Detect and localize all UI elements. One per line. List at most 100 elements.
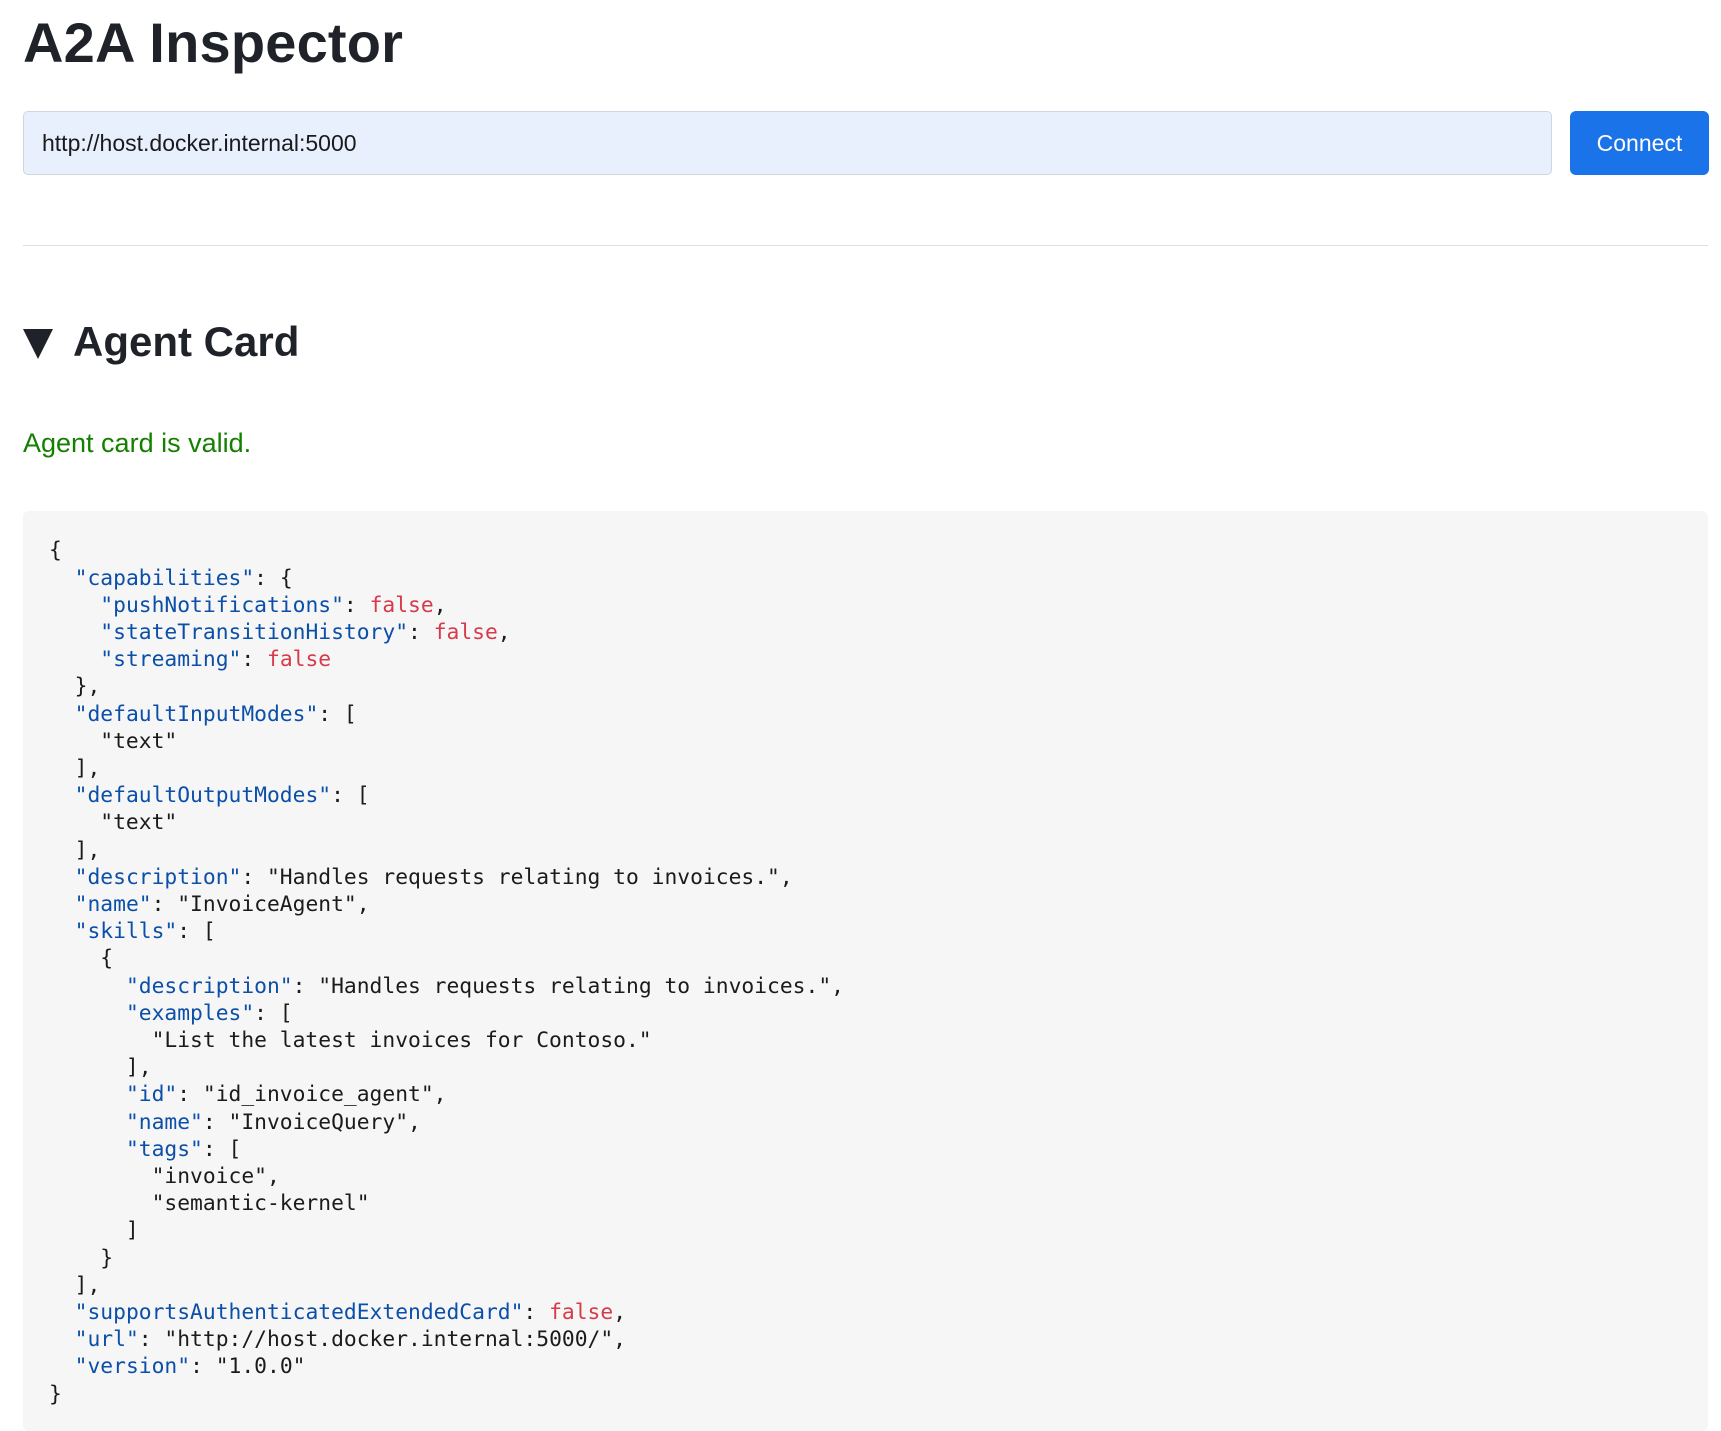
json-key: "defaultOutputModes" <box>74 783 332 809</box>
json-text: ] <box>49 1218 139 1244</box>
json-line: "tags": [ <box>49 1137 241 1162</box>
app-title: A2A Inspector <box>23 11 404 74</box>
json-text: { <box>49 946 114 972</box>
json-text: : [ <box>318 701 357 727</box>
json-text: ], <box>49 755 101 781</box>
validation-message: Agent card is valid. <box>23 428 252 458</box>
json-key: "description" <box>125 973 293 999</box>
json-line: ], <box>49 1272 101 1298</box>
json-text: : [ <box>177 919 216 945</box>
json-text: : { <box>254 565 293 591</box>
json-text: : <box>408 619 434 645</box>
json-line: "id": "id_invoice_agent", <box>49 1082 447 1107</box>
json-text: , <box>497 619 511 645</box>
json-line: "version": "1.0.0" <box>49 1354 306 1380</box>
json-text <box>49 647 100 672</box>
json-line: ], <box>49 755 101 781</box>
json-text <box>49 1001 126 1026</box>
json-text: : <box>523 1299 550 1325</box>
json-text: : "id_invoice_agent", <box>177 1082 447 1108</box>
json-line: { <box>49 946 113 971</box>
json-line: "description": "Handles requests relatin… <box>49 974 844 999</box>
json-text <box>49 865 75 890</box>
json-text <box>49 892 75 917</box>
json-text: "text" <box>49 728 178 754</box>
json-text <box>49 593 100 618</box>
json-line: "List the latest invoices for Contoso." <box>49 1028 652 1053</box>
json-text: "List the latest invoices for Contoso." <box>49 1027 652 1053</box>
json-key: "description" <box>74 864 242 890</box>
json-key: "tags" <box>125 1136 203 1162</box>
json-text: : <box>241 647 267 673</box>
json-key: "capabilities" <box>74 565 255 591</box>
json-key: "defaultInputModes" <box>74 701 319 727</box>
json-text: : <box>343 592 370 618</box>
json-text: "text" <box>49 810 178 836</box>
json-key: "name" <box>74 891 152 917</box>
json-line: ] <box>49 1218 139 1243</box>
json-text <box>49 974 126 999</box>
json-text: } <box>49 1381 62 1407</box>
divider <box>23 245 1708 246</box>
json-text <box>49 702 75 727</box>
json-line: "semantic-kernel" <box>49 1191 370 1216</box>
json-line: "description": "Handles requests relatin… <box>49 865 793 890</box>
json-text: : [ <box>254 1000 293 1026</box>
json-text: "invoice", <box>49 1163 280 1189</box>
agent-card-toggle[interactable]: Agent Card <box>23 312 299 372</box>
json-text: : "Handles requests relating to invoices… <box>241 864 793 890</box>
page: A2A Inspector Connect Agent Card Agent c… <box>23 0 1709 1431</box>
json-text: , <box>433 592 447 618</box>
json-line: "streaming": false <box>49 647 331 672</box>
json-text <box>49 1082 126 1107</box>
json-text: : [ <box>331 783 370 809</box>
json-text: , <box>613 1299 627 1325</box>
json-line: "name": "InvoiceQuery", <box>49 1110 421 1135</box>
json-line: "defaultOutputModes": [ <box>49 783 370 808</box>
agent-url-input[interactable] <box>23 111 1552 175</box>
json-text: ], <box>49 1272 101 1298</box>
json-text: : "http://host.docker.internal:5000/", <box>138 1327 626 1353</box>
json-boolean: false <box>549 1299 614 1325</box>
json-line: "supportsAuthenticatedExtendedCard": fal… <box>49 1300 626 1325</box>
json-text <box>49 1300 75 1325</box>
agent-card-title: Agent Card <box>73 318 300 365</box>
json-text: : "Handles requests relating to invoices… <box>292 973 844 999</box>
json-line: ], <box>49 837 101 863</box>
json-text: : "InvoiceQuery", <box>202 1109 421 1135</box>
json-key: "url" <box>74 1327 139 1353</box>
json-line: "url": "http://host.docker.internal:5000… <box>49 1327 626 1352</box>
json-text <box>49 1137 126 1162</box>
json-key: "id" <box>125 1082 178 1108</box>
json-text <box>49 783 75 808</box>
json-text <box>49 566 75 591</box>
json-text: ], <box>49 837 101 863</box>
json-line: "skills": [ <box>49 919 216 944</box>
json-text: : [ <box>202 1136 242 1162</box>
json-text: : "InvoiceAgent", <box>151 891 370 917</box>
json-text <box>49 919 75 944</box>
json-key: "pushNotifications" <box>100 592 344 618</box>
json-line: "pushNotifications": false, <box>49 592 447 618</box>
json-line: "capabilities": { <box>49 566 293 591</box>
agent-card-json: { "capabilities": { "pushNotifications":… <box>23 511 1708 1431</box>
json-text <box>49 620 100 645</box>
json-text: } <box>49 1245 114 1271</box>
collapse-triangle-icon <box>23 329 53 359</box>
json-line: ], <box>49 1055 152 1080</box>
json-text <box>49 1354 75 1379</box>
json-line: "text" <box>49 729 177 754</box>
json-line: } <box>49 1246 113 1271</box>
connect-button[interactable]: Connect <box>1570 111 1709 175</box>
json-boolean: false <box>433 619 498 645</box>
json-line: } <box>49 1382 62 1407</box>
json-line: "name": "InvoiceAgent", <box>49 892 370 917</box>
json-line: { <box>49 538 62 563</box>
connect-row: Connect <box>23 111 1709 175</box>
json-line: "defaultInputModes": [ <box>49 702 357 727</box>
json-key: "skills" <box>74 919 178 945</box>
json-key: "examples" <box>125 1000 255 1026</box>
json-key: "version" <box>74 1354 191 1380</box>
json-key: "streaming" <box>100 647 242 673</box>
json-line: }, <box>49 674 101 699</box>
